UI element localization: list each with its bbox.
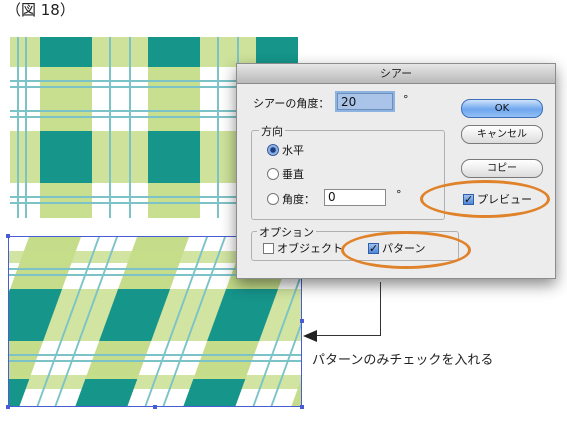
callout-line-vertical — [380, 282, 381, 336]
callout-line-horizontal — [316, 335, 381, 336]
figure-title: （図 18） — [6, 1, 75, 19]
pattern-checkbox-label: パターン — [382, 242, 426, 255]
degree-symbol: ° — [396, 188, 402, 201]
object-checkbox-label: オブジェクト — [277, 242, 343, 255]
copy-button[interactable]: コピー — [461, 159, 543, 178]
radio-vertical[interactable]: 垂直 — [267, 166, 304, 182]
object-checkbox[interactable]: オブジェクト — [263, 240, 343, 256]
direction-group-title: 方向 — [259, 123, 285, 139]
radio-unselected-icon[interactable] — [267, 193, 279, 205]
radio-angle-label: 角度： — [282, 193, 315, 206]
preview-checkbox[interactable]: ✓ プレビュー — [463, 191, 532, 207]
radio-horizontal-label: 水平 — [282, 144, 304, 157]
cancel-button[interactable]: キャンセル — [461, 125, 543, 144]
shear-dialog: シアー シアーの角度： 20 ° 方向 水平 垂直 角度： 0 ° オプション … — [236, 63, 556, 279]
arrow-left-icon — [303, 330, 317, 342]
checkmark-icon[interactable]: ✓ — [463, 193, 474, 205]
checkbox-unchecked-icon[interactable] — [263, 242, 274, 254]
radio-selected-icon[interactable] — [267, 144, 279, 156]
checkmark-icon[interactable]: ✓ — [368, 242, 379, 254]
radio-horizontal[interactable]: 水平 — [267, 142, 304, 158]
radio-angle[interactable]: 角度： — [267, 191, 315, 207]
radio-unselected-icon[interactable] — [267, 168, 279, 180]
degree-symbol: ° — [403, 93, 409, 106]
annotation-caption: パターンのみチェックを入れる — [312, 353, 494, 368]
dialog-title: シアー — [237, 64, 555, 84]
direction-angle-input[interactable]: 0 — [324, 189, 386, 206]
shear-angle-label: シアーの角度： — [253, 97, 330, 110]
shear-angle-input[interactable]: 20 — [337, 93, 393, 110]
ok-button[interactable]: OK — [461, 99, 543, 118]
pattern-checkbox[interactable]: ✓ パターン — [368, 240, 425, 256]
options-group-title: オプション — [257, 224, 316, 240]
preview-checkbox-label: プレビュー — [477, 193, 532, 206]
radio-vertical-label: 垂直 — [282, 168, 304, 181]
